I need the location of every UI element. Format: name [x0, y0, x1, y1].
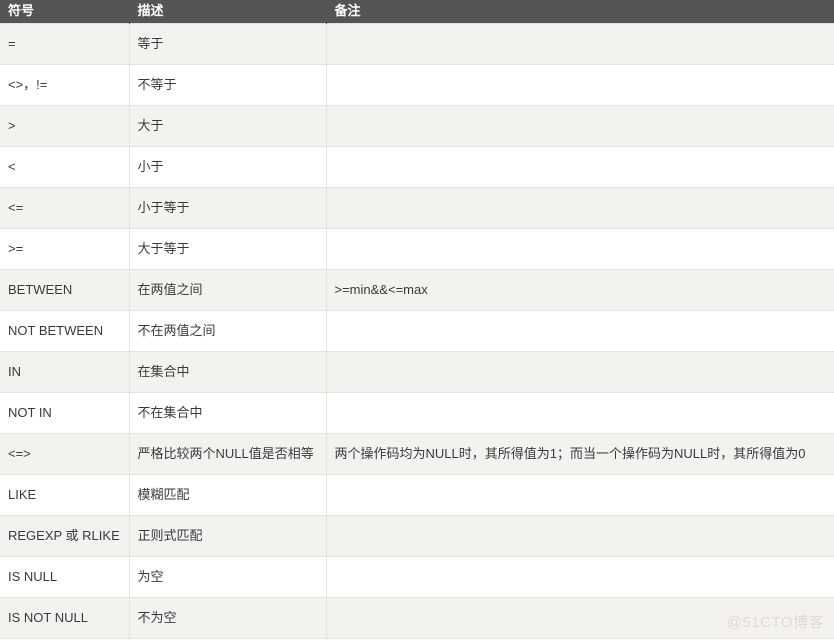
- table-header-row: 符号 描述 备注: [0, 0, 834, 24]
- cell-remark: [325, 392, 834, 434]
- cell-remark: [325, 310, 834, 352]
- cell-description: 正则式匹配: [128, 515, 327, 557]
- cell-remark: [325, 515, 834, 557]
- table-row: IS NOT NULL 不为空: [0, 597, 834, 639]
- table-row: NOT IN 不在集合中: [0, 392, 834, 434]
- cell-remark: [325, 351, 834, 393]
- cell-description: 不等于: [128, 64, 327, 106]
- cell-symbol: >: [0, 105, 130, 147]
- cell-symbol: LIKE: [0, 474, 130, 516]
- cell-remark: [325, 64, 834, 106]
- table-row: <>，!= 不等于: [0, 64, 834, 106]
- cell-description: 不在两值之间: [128, 310, 327, 352]
- table-row: > 大于: [0, 105, 834, 147]
- cell-symbol: <: [0, 146, 130, 188]
- column-header-description: 描述: [129, 0, 327, 24]
- cell-description: 小于等于: [128, 187, 327, 229]
- cell-remark: >=min&&<=max: [325, 269, 834, 311]
- table-row: <= 小于等于: [0, 187, 834, 229]
- cell-remark: 两个操作码均为NULL时，其所得值为1；而当一个操作码为NULL时，其所得值为0: [325, 433, 834, 475]
- cell-symbol: <=>: [0, 433, 130, 475]
- cell-remark: [325, 146, 834, 188]
- table-row: NOT BETWEEN 不在两值之间: [0, 310, 834, 352]
- table-row: IS NULL 为空: [0, 556, 834, 598]
- table-row: LIKE 模糊匹配: [0, 474, 834, 516]
- cell-symbol: =: [0, 23, 130, 65]
- cell-symbol: IS NOT NULL: [0, 597, 130, 639]
- cell-symbol: <=: [0, 187, 130, 229]
- cell-description: 在集合中: [128, 351, 327, 393]
- cell-symbol: IS NULL: [0, 556, 130, 598]
- sql-operator-table: 符号 描述 备注 = 等于 <>，!= 不等于 > 大于 < 小于 <= 小于等于 >= 大于等于 BE…: [0, 0, 834, 639]
- table-row: = 等于: [0, 23, 834, 65]
- cell-remark: [325, 23, 834, 65]
- cell-symbol: NOT IN: [0, 392, 130, 434]
- table-row: < 小于: [0, 146, 834, 188]
- cell-description: 不为空: [128, 597, 327, 639]
- table-row: IN 在集合中: [0, 351, 834, 393]
- table-row: <=> 严格比较两个NULL值是否相等 两个操作码均为NULL时，其所得值为1；而当…: [0, 433, 834, 475]
- column-header-remark: 备注: [326, 0, 834, 24]
- cell-description: 模糊匹配: [128, 474, 327, 516]
- cell-remark: [325, 105, 834, 147]
- cell-remark: [325, 228, 834, 270]
- table-row: >= 大于等于: [0, 228, 834, 270]
- cell-remark: [325, 474, 834, 516]
- table-body: = 等于 <>，!= 不等于 > 大于 < 小于 <= 小于等于 >= 大于等于 BETWEEN 在两值之…: [0, 23, 834, 639]
- cell-description: 大于: [128, 105, 327, 147]
- cell-description: 在两值之间: [128, 269, 327, 311]
- cell-symbol: <>，!=: [0, 64, 130, 106]
- cell-description: 不在集合中: [128, 392, 327, 434]
- cell-description: 小于: [128, 146, 327, 188]
- table-row: REGEXP 或 RLIKE 正则式匹配: [0, 515, 834, 557]
- cell-description: 为空: [128, 556, 327, 598]
- cell-remark: [325, 187, 834, 229]
- cell-description: 严格比较两个NULL值是否相等: [128, 433, 327, 475]
- cell-symbol: IN: [0, 351, 130, 393]
- operator-reference-table-container: 符号 描述 备注 = 等于 <>，!= 不等于 > 大于 < 小于 <= 小于等于 >= 大于等于 BE…: [0, 0, 834, 642]
- cell-remark: [325, 556, 834, 598]
- cell-description: 等于: [128, 23, 327, 65]
- cell-description: 大于等于: [128, 228, 327, 270]
- table-row: BETWEEN 在两值之间 >=min&&<=max: [0, 269, 834, 311]
- cell-symbol: >=: [0, 228, 130, 270]
- cell-symbol: NOT BETWEEN: [0, 310, 130, 352]
- cell-remark: [325, 597, 834, 639]
- column-header-symbol: 符号: [0, 0, 130, 24]
- cell-symbol: BETWEEN: [0, 269, 130, 311]
- cell-symbol: REGEXP 或 RLIKE: [0, 515, 130, 557]
- table-header: 符号 描述 备注: [0, 0, 834, 24]
